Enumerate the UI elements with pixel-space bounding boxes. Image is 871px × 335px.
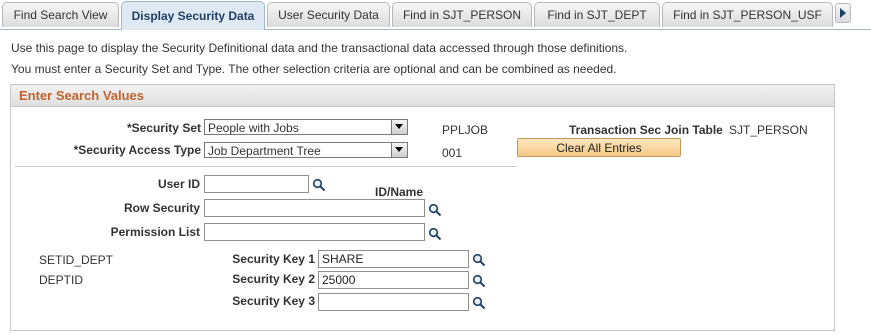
row-security-input[interactable]: [204, 199, 425, 217]
security-key-3-input[interactable]: [318, 293, 469, 311]
security-access-type-select[interactable]: Job Department Tree: [204, 142, 408, 158]
tab-display-security-data[interactable]: Display Security Data: [121, 1, 265, 30]
tab-find-search-view[interactable]: Find Search View: [2, 2, 119, 27]
security-key-2-label: Security Key 2: [232, 272, 315, 286]
transaction-table-label: Transaction Sec Join Table: [569, 123, 723, 137]
tab-user-security-data[interactable]: User Security Data: [267, 2, 390, 27]
magnifier-icon[interactable]: [428, 227, 442, 241]
divider: [15, 166, 516, 167]
security-set-label: *Security Set: [126, 121, 201, 135]
user-id-input[interactable]: [204, 175, 309, 193]
magnifier-icon[interactable]: [472, 296, 486, 310]
user-id-label: User ID: [157, 177, 200, 191]
row-security-label: Row Security: [123, 201, 200, 215]
tab-find-in-sjt-dept[interactable]: Find in SJT_DEPT: [534, 2, 660, 27]
magnifier-icon[interactable]: [312, 178, 326, 192]
transaction-table-value: SJT_PERSON: [729, 123, 808, 137]
chevron-down-icon: [391, 143, 407, 157]
group-header: Enter Search Values: [11, 85, 834, 107]
security-access-type-value: Job Department Tree: [208, 144, 321, 158]
group-title: Enter Search Values: [19, 88, 145, 103]
security-set-value: People with Jobs: [208, 121, 299, 135]
magnifier-icon[interactable]: [472, 274, 486, 288]
magnifier-icon[interactable]: [428, 203, 442, 217]
security-access-type-code: 001: [442, 146, 463, 160]
chevron-down-icon: [391, 120, 407, 134]
permission-list-input[interactable]: [204, 223, 425, 241]
security-key-1-label: Security Key 1: [232, 252, 315, 266]
security-set-select[interactable]: People with Jobs: [204, 119, 408, 135]
security-key-2-input[interactable]: [318, 271, 469, 289]
permission-list-label: Permission List: [110, 225, 200, 239]
clear-all-entries-button[interactable]: Clear All Entries: [517, 138, 681, 157]
key-2-field: DEPTID: [39, 273, 84, 287]
intro-line-1: Use this page to display the Security De…: [11, 41, 628, 55]
security-key-1-input[interactable]: [318, 250, 469, 268]
security-set-code: PPLJOB: [442, 123, 489, 137]
tab-bar: Find Search View Display Security Data U…: [0, 0, 871, 30]
arrow-right-icon[interactable]: [835, 3, 851, 23]
id-name-label: ID/Name: [375, 185, 424, 199]
tab-find-in-sjt-person[interactable]: Find in SJT_PERSON: [392, 2, 532, 27]
intro-line-2: You must enter a Security Set and Type. …: [11, 62, 617, 76]
magnifier-icon[interactable]: [472, 253, 486, 267]
key-1-field: SETID_DEPT: [39, 253, 114, 267]
security-access-type-label: *Security Access Type: [73, 143, 201, 157]
security-key-3-label: Security Key 3: [232, 294, 315, 308]
tab-find-in-sjt-person-usf[interactable]: Find in SJT_PERSON_USF: [662, 2, 833, 27]
